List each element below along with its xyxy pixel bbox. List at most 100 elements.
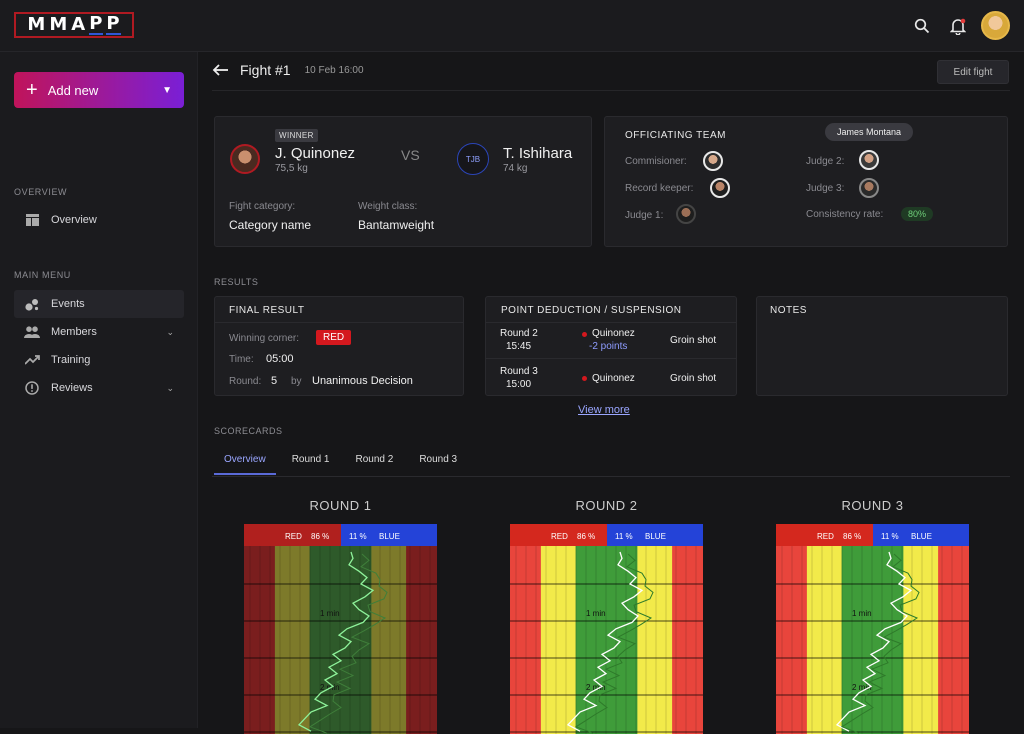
page-title: Fight #1 (240, 62, 291, 78)
blue-percent: 11 % (349, 532, 367, 541)
logo-letter: P (89, 13, 104, 35)
category-label: Fight category: (229, 201, 296, 212)
members-icon (24, 324, 40, 340)
deduction-round: Round 3 (500, 366, 538, 377)
sidebar-item-members[interactable]: Members ⌄ (14, 318, 184, 346)
results-section-label: RESULTS (214, 277, 259, 287)
alert-icon (24, 380, 40, 396)
record-keeper-avatar[interactable] (710, 178, 730, 198)
main-menu-section-label: MAIN MENU (14, 270, 71, 280)
zone-band (776, 546, 808, 734)
tab-overview[interactable]: Overview (214, 450, 276, 475)
red-dot-icon (582, 332, 587, 337)
judge-3-avatar[interactable] (859, 178, 879, 198)
search-icon[interactable] (911, 15, 933, 37)
add-new-label: Add new (47, 82, 99, 98)
officiating-card: OFFICIATING TEAM James Montana Commision… (604, 116, 1008, 247)
final-result-title: FINAL RESULT (229, 305, 305, 316)
sidebar-item-training[interactable]: Training (14, 346, 184, 374)
red-fighter-name[interactable]: J. Quinonez (275, 145, 355, 162)
deduction-fighter: Quinonez (592, 373, 635, 384)
record-keeper-label: Record keeper: (625, 183, 694, 194)
scorecards-section-label: SCORECARDS (214, 426, 283, 436)
sidebar-item-reviews[interactable]: Reviews ⌄ (14, 374, 184, 402)
winning-corner-label: Winning corner: (229, 333, 300, 344)
notes-title: NOTES (770, 305, 807, 316)
divider (486, 358, 736, 359)
scorecard-svg: RED 86 % 11 % BLUE1 min2 min (776, 524, 969, 734)
fight-date: 10 Feb 16:00 (304, 64, 364, 76)
blue-percent: 11 % (881, 532, 899, 541)
trending-icon (24, 352, 40, 368)
deduction-fighter: Quinonez (592, 328, 635, 339)
judge-1-avatar[interactable] (676, 204, 696, 224)
judge-2-label: Judge 2: (806, 156, 845, 167)
red-percent: 86 % (577, 532, 595, 541)
red-label: RED (285, 532, 302, 541)
zone-band (406, 546, 437, 734)
deduction-points: -2 points (589, 341, 628, 352)
time-marker: 1 min (586, 609, 606, 618)
tab-round-3[interactable]: Round 3 (409, 450, 467, 475)
sidebar-item-overview[interactable]: Overview (14, 206, 184, 234)
zone-band (841, 546, 873, 734)
sidebar-item-events[interactable]: Events (14, 290, 184, 318)
time-marker: 1 min (320, 609, 340, 618)
app-logo[interactable]: M M A P P (14, 12, 134, 38)
round-1-scorecard: RED 86 % 11 % BLUE 1 min 2 min (244, 524, 437, 734)
back-arrow-icon[interactable] (212, 64, 228, 76)
divider (215, 322, 463, 323)
edit-fight-button[interactable]: Edit fight (937, 60, 1009, 84)
red-fighter-weight: 75,5 kg (275, 163, 308, 174)
round-value: 5 (271, 375, 278, 387)
view-more-link[interactable]: View more (578, 404, 630, 416)
divider (486, 322, 736, 323)
bell-icon[interactable] (947, 15, 969, 37)
round-3-scorecard: RED 86 % 11 % BLUE 1 min 2 min (776, 524, 969, 734)
blue-fighter-weight: 74 kg (503, 163, 528, 174)
plus-icon: + (26, 79, 38, 101)
judge-2-avatar[interactable] (859, 150, 879, 170)
chevron-down-icon: ▼ (162, 84, 172, 96)
add-new-button[interactable]: + Add new ▼ (14, 72, 184, 108)
top-bar: M M A P P (0, 0, 1024, 52)
blue-label: BLUE (645, 532, 666, 541)
tab-round-2[interactable]: Round 2 (346, 450, 404, 475)
sidebar-item-label: Members (51, 326, 97, 338)
blue-label: BLUE (911, 532, 932, 541)
red-percent: 86 % (843, 532, 861, 541)
category-value: Category name (229, 218, 312, 232)
officiating-title: OFFICIATING TEAM (625, 130, 726, 141)
page-header: Fight #1 10 Feb 16:00 (212, 62, 364, 78)
blue-fighter-avatar: TJB (457, 143, 489, 175)
deduction-reason: Groin shot (670, 335, 717, 346)
logo-letter: P (106, 13, 121, 35)
red-dot-icon (582, 376, 587, 381)
blue-fighter-name[interactable]: T. Ishihara (503, 145, 572, 162)
user-avatar[interactable] (981, 11, 1010, 40)
zone-band (606, 546, 638, 734)
commisioner-avatar[interactable] (703, 151, 723, 171)
final-result-card: FINAL RESULT Winning corner: RED Time: 0… (214, 296, 464, 396)
round-3-title: ROUND 3 (841, 498, 904, 513)
deduction-reason: Groin shot (670, 373, 717, 384)
divider (212, 90, 1010, 91)
time-value: 05:00 (266, 353, 294, 365)
round-2-scorecard: RED 86 % 11 % BLUE 1 min 2 min (510, 524, 703, 734)
overview-section-label: OVERVIEW (14, 187, 68, 197)
zone-band (938, 546, 969, 734)
tab-round-1[interactable]: Round 1 (282, 450, 340, 475)
round-2-title: ROUND 2 (575, 498, 638, 513)
winner-badge: WINNER (275, 129, 318, 142)
red-label: RED (817, 532, 834, 541)
winning-corner-badge: RED (316, 330, 352, 345)
weight-class-value: Bantamweight (358, 218, 435, 232)
events-icon (24, 296, 40, 312)
logo-letter: M (49, 14, 69, 35)
deduction-title: POINT DEDUCTION / SUSPENSION (501, 305, 682, 316)
sidebar-item-label: Events (51, 298, 85, 310)
scorecard-tabs: Overview Round 1 Round 2 Round 3 (214, 450, 473, 475)
zone-band (340, 546, 372, 734)
divider (212, 476, 1010, 477)
deduction-time: 15:45 (506, 341, 532, 352)
